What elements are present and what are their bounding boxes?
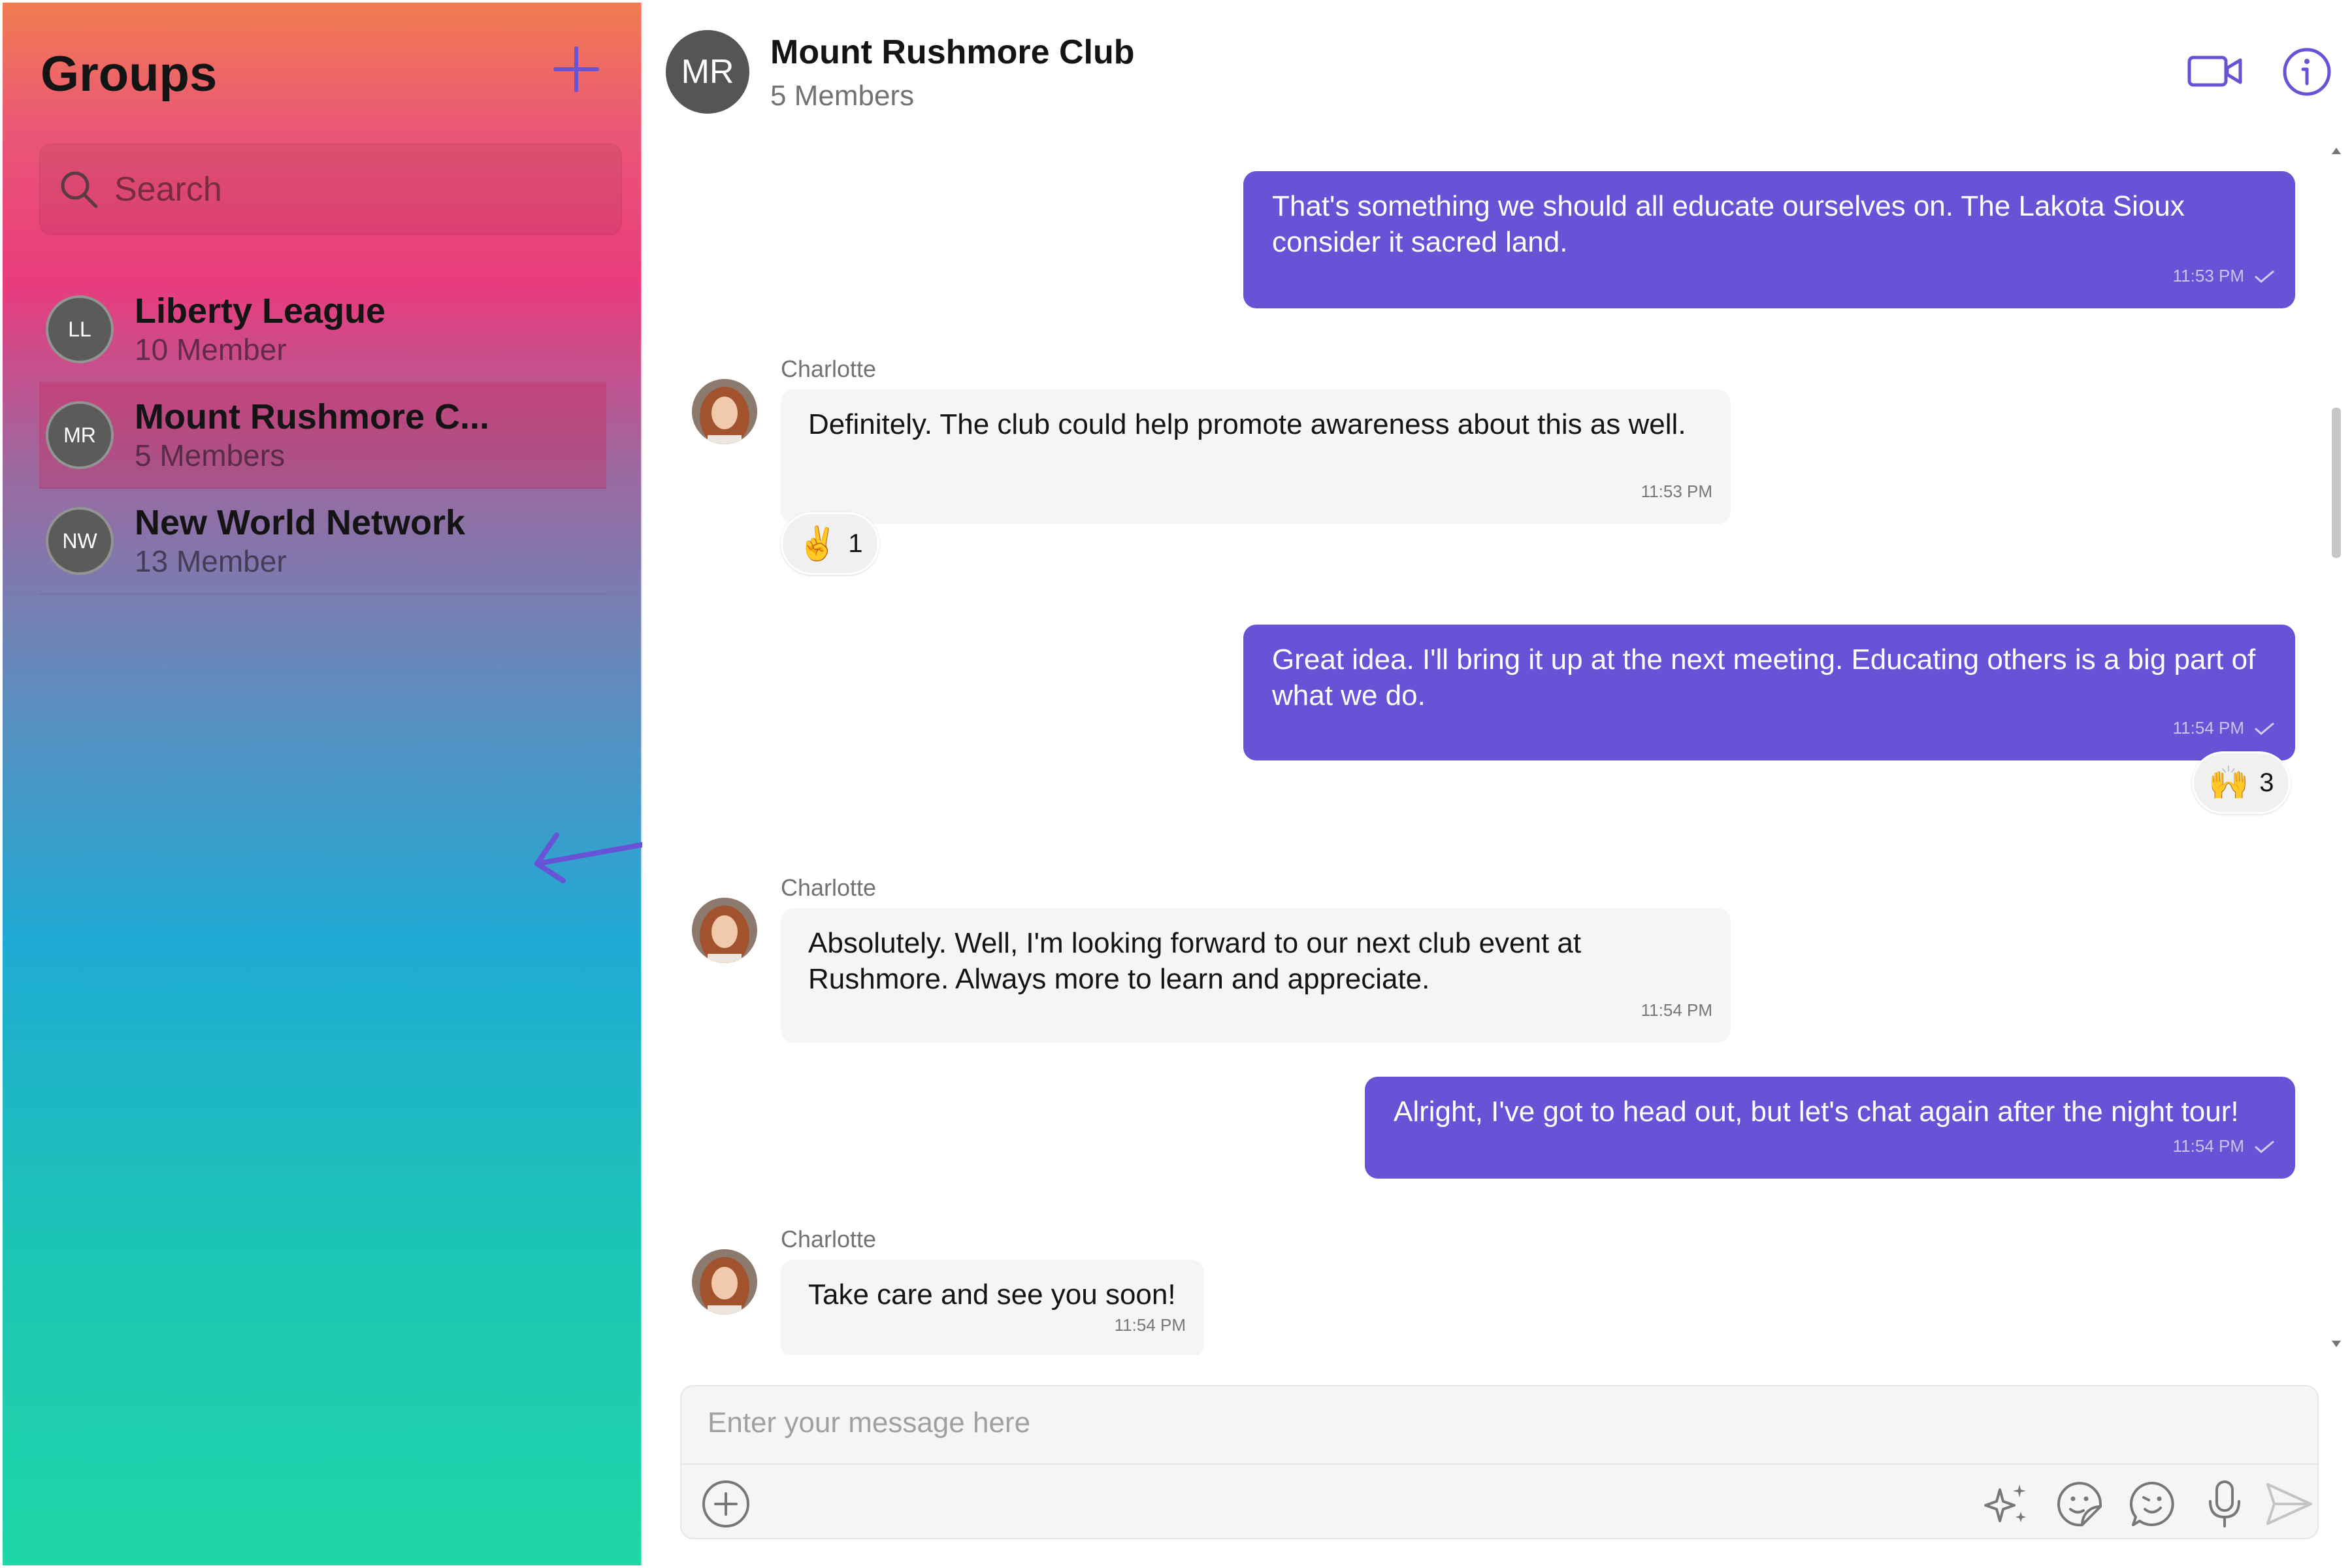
user-avatar-charlotte[interactable] xyxy=(692,1249,757,1315)
video-call-icon[interactable] xyxy=(2185,48,2244,94)
group-item-liberty-league[interactable]: LL Liberty League 10 Member xyxy=(39,277,606,383)
scroll-up-icon[interactable] xyxy=(2332,148,2341,154)
scroll-thumb[interactable] xyxy=(2332,408,2341,558)
group-item-new-world-network[interactable]: NW New World Network 13 Member xyxy=(39,489,606,595)
message-time: 11:54 PM xyxy=(1641,1000,1712,1020)
reaction-count: 1 xyxy=(848,529,863,558)
search-bar[interactable] xyxy=(39,144,622,235)
send-icon[interactable] xyxy=(2262,1478,2315,1530)
group-name: New World Network xyxy=(135,503,466,542)
scroll-down-icon[interactable] xyxy=(2332,1341,2341,1347)
message-input[interactable] xyxy=(708,1403,2276,1443)
group-avatar: MR xyxy=(46,401,114,469)
search-input[interactable] xyxy=(114,170,611,209)
outgoing-message[interactable]: Great idea. I'll bring it up at the next… xyxy=(1243,625,2295,760)
outgoing-message[interactable]: Alright, I've got to head out, but let's… xyxy=(1365,1077,2295,1179)
incoming-message[interactable]: Take care and see you soon! 11:54 PM xyxy=(781,1260,1204,1355)
sticker-icon[interactable] xyxy=(2053,1478,2106,1530)
reaction-emoji: 🙌 xyxy=(2208,764,2249,801)
composer-divider xyxy=(681,1463,2317,1465)
group-item-mount-rushmore-club[interactable]: MR Mount Rushmore C... 5 Members xyxy=(39,383,606,489)
add-icon[interactable] xyxy=(550,43,602,95)
user-avatar-charlotte[interactable] xyxy=(692,898,757,963)
outgoing-message[interactable]: That's something we should all educate o… xyxy=(1243,171,2295,308)
message-reaction[interactable]: 🙌 3 xyxy=(2192,751,2291,814)
sender-name: Charlotte xyxy=(781,1226,877,1252)
sidebar-title: Groups xyxy=(41,46,218,102)
message-scrollbar[interactable] xyxy=(2328,146,2345,1348)
groups-sidebar: Groups LL Liberty League 10 Member MR Mo… xyxy=(3,3,642,1565)
group-avatar: LL xyxy=(46,295,114,363)
message-text: Alright, I've got to head out, but let's… xyxy=(1394,1096,2239,1128)
message-text: Great idea. I'll bring it up at the next… xyxy=(1272,644,2256,711)
reaction-emoji: ✌️ xyxy=(797,525,838,562)
group-member-count: 5 Members xyxy=(135,438,286,472)
group-name: Mount Rushmore C... xyxy=(135,397,489,436)
ai-sparkle-icon[interactable] xyxy=(1980,1478,2033,1530)
emoji-icon[interactable] xyxy=(2127,1478,2179,1530)
attach-plus-icon[interactable] xyxy=(700,1478,752,1530)
message-text: That's something we should all educate o… xyxy=(1272,190,2185,258)
incoming-message[interactable]: Definitely. The club could help promote … xyxy=(781,389,1731,524)
group-avatar: MR xyxy=(666,30,749,114)
user-avatar-charlotte[interactable] xyxy=(692,379,757,444)
chat-panel: MR Mount Rushmore Club 5 Members That's … xyxy=(642,3,2349,1565)
message-list: That's something we should all educate o… xyxy=(642,133,2328,1355)
group-member-count: 13 Member xyxy=(135,544,287,578)
message-time: 11:54 PM xyxy=(2172,718,2244,738)
message-reaction[interactable]: ✌️ 1 xyxy=(781,512,879,575)
read-check-icon xyxy=(2255,270,2274,283)
message-text: Definitely. The club could help promote … xyxy=(808,408,1686,440)
incoming-message[interactable]: Absolutely. Well, I'm looking forward to… xyxy=(781,908,1731,1043)
message-time: 11:53 PM xyxy=(1641,482,1712,501)
message-time: 11:53 PM xyxy=(2172,266,2244,286)
group-member-count: 10 Member xyxy=(135,333,287,367)
message-time: 11:54 PM xyxy=(1114,1315,1186,1335)
info-icon[interactable] xyxy=(2281,46,2333,98)
message-time: 11:54 PM xyxy=(2172,1136,2244,1156)
reaction-count: 3 xyxy=(2259,768,2274,797)
read-check-icon xyxy=(2255,1140,2274,1153)
microphone-icon[interactable] xyxy=(2198,1478,2251,1530)
group-name: Liberty League xyxy=(135,291,386,331)
message-text: Absolutely. Well, I'm looking forward to… xyxy=(808,927,1582,995)
chat-title: Mount Rushmore Club xyxy=(770,33,1135,71)
read-check-icon xyxy=(2255,722,2274,735)
group-avatar: NW xyxy=(46,507,114,575)
sender-name: Charlotte xyxy=(781,874,877,901)
chat-member-count: 5 Members xyxy=(770,80,915,112)
search-icon xyxy=(61,171,98,208)
message-composer xyxy=(680,1385,2319,1539)
chat-header: MR Mount Rushmore Club 5 Members xyxy=(642,3,2349,133)
sender-name: Charlotte xyxy=(781,355,877,382)
